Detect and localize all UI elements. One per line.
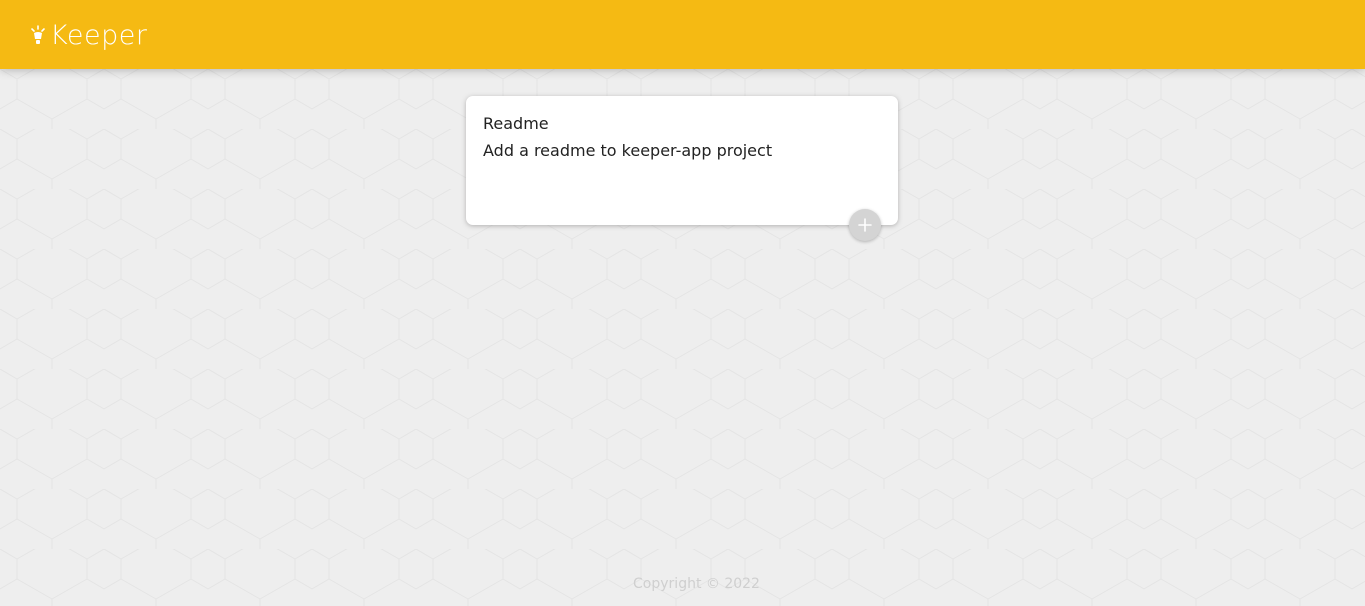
plus-icon — [858, 218, 872, 232]
lightbulb-icon — [30, 25, 46, 47]
note-title-input[interactable] — [483, 112, 873, 134]
app-title: Keeper — [50, 20, 148, 51]
app-header: Keeper — [0, 0, 1365, 69]
create-note-form: Add a readme to keeper-app project — [466, 96, 898, 241]
app-footer: Copyright © 2022 — [0, 574, 1365, 594]
add-note-button[interactable] — [849, 209, 881, 241]
note-content-input[interactable]: Add a readme to keeper-app project — [483, 140, 873, 200]
copyright-text: Copyright © 2022 — [633, 576, 760, 592]
app-logo: Keeper — [30, 18, 147, 54]
